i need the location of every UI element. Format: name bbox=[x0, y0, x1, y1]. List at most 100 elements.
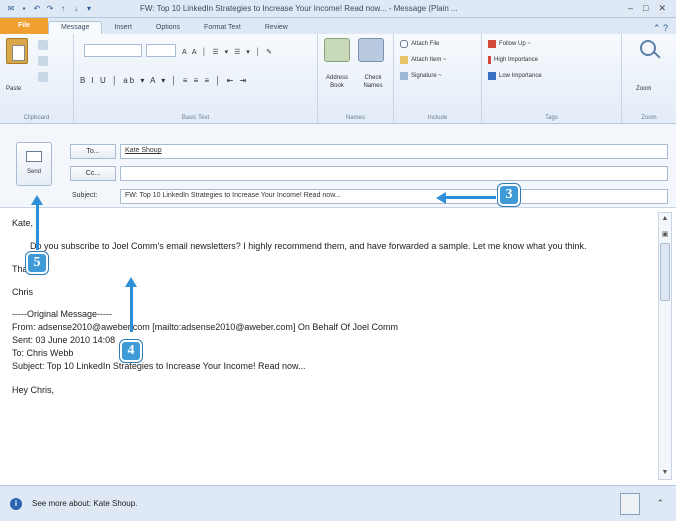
close-icon[interactable]: ✕ bbox=[658, 3, 666, 14]
sent-line: Sent: 03 June 2010 14:08 bbox=[12, 335, 116, 345]
expand-icon[interactable]: ⌃ bbox=[656, 498, 664, 509]
customize-icon[interactable]: ▾ bbox=[84, 4, 94, 14]
signature-label: Signature ~ bbox=[411, 73, 442, 79]
follow-up-label: Follow Up ~ bbox=[499, 41, 531, 47]
tab-insert[interactable]: Insert bbox=[102, 22, 144, 34]
names-group: Address Book Check Names Names bbox=[318, 34, 394, 123]
address-book-label[interactable]: Address Book bbox=[320, 74, 354, 90]
subject-label: Subject: bbox=[72, 192, 98, 199]
scroll-up-icon[interactable]: ▲ bbox=[659, 213, 671, 225]
callout-4-arrow bbox=[130, 286, 133, 332]
ruler-icon[interactable]: ▣ bbox=[659, 229, 671, 241]
low-importance-button[interactable]: Low Importance bbox=[488, 72, 542, 80]
attach-file-label: Attach File bbox=[411, 41, 440, 47]
tab-format-text[interactable]: Format Text bbox=[192, 22, 253, 34]
paste-icon[interactable] bbox=[6, 38, 28, 64]
to-line: To: Chris Webb bbox=[12, 348, 74, 358]
list-controls: A A │ ☰ ▾ ☰ ▾ │ ✎ bbox=[182, 49, 274, 56]
exclamation-icon bbox=[488, 56, 491, 64]
font-name-box[interactable] bbox=[84, 44, 142, 57]
copy-icon[interactable] bbox=[38, 56, 48, 66]
people-pane-text[interactable]: See more about: Kate Shoup. bbox=[32, 499, 137, 508]
tab-file[interactable]: File bbox=[0, 18, 48, 34]
address-area: Send To... Kate Shoup Cc... Subject: FW:… bbox=[0, 124, 676, 208]
paperclip-icon bbox=[400, 40, 408, 48]
tab-review[interactable]: Review bbox=[253, 22, 300, 34]
window-title: FW: Top 10 LinkedIn Strategies to Increa… bbox=[140, 4, 458, 13]
callout-4-arrowhead bbox=[125, 277, 137, 287]
help-icon[interactable]: ⌃ ? bbox=[653, 23, 676, 34]
vertical-scrollbar[interactable]: ▲ ▣ ▼ bbox=[658, 212, 672, 480]
envelope-icon bbox=[26, 151, 42, 162]
paste-label: Paste bbox=[6, 86, 22, 92]
cc-field[interactable] bbox=[120, 166, 668, 181]
original-header: -----Original Message----- bbox=[12, 309, 113, 319]
undo-icon[interactable]: ↶ bbox=[32, 4, 42, 14]
include-group-label: Include bbox=[427, 115, 448, 121]
minimize-icon[interactable]: – bbox=[628, 3, 633, 14]
people-pane: i See more about: Kate Shoup. ⌃ bbox=[0, 485, 676, 521]
address-book-icon[interactable] bbox=[324, 38, 350, 62]
attach-item-button[interactable]: Attach Item ~ bbox=[400, 56, 447, 64]
subject-field[interactable]: FW: Top 10 LinkedIn Strategies to Increa… bbox=[120, 189, 668, 204]
redo-icon[interactable]: ↷ bbox=[45, 4, 55, 14]
body-line-1: Do you subscribe to Joel Comm's email ne… bbox=[30, 241, 587, 251]
clipboard-group: Paste Clipboard bbox=[0, 34, 74, 123]
from-line: From: adsense2010@aweber.com [mailto:ads… bbox=[12, 322, 398, 332]
down-arrow-icon bbox=[488, 72, 496, 80]
cc-button[interactable]: Cc... bbox=[70, 166, 116, 181]
follow-up-button[interactable]: Follow Up ~ bbox=[488, 40, 531, 48]
signature-button[interactable]: Signature ~ bbox=[400, 72, 442, 80]
low-importance-label: Low Importance bbox=[499, 73, 542, 79]
signature-icon bbox=[400, 72, 408, 80]
send-button[interactable]: Send bbox=[16, 142, 52, 186]
zoom-group: Zoom Zoom bbox=[622, 34, 676, 123]
ribbon-tabs: File Message Insert Options Format Text … bbox=[0, 18, 676, 34]
title-bar: ✉ ▪ ↶ ↷ ↑ ↓ ▾ FW: Top 10 LinkedIn Strate… bbox=[0, 0, 676, 18]
greeting: Kate, bbox=[12, 218, 34, 228]
scroll-down-icon[interactable]: ▼ bbox=[659, 467, 671, 479]
outlook-icon: ✉ bbox=[7, 3, 15, 13]
to-button[interactable]: To... bbox=[70, 144, 116, 159]
cut-icon[interactable] bbox=[38, 40, 48, 50]
up-icon[interactable]: ↑ bbox=[58, 4, 68, 14]
tab-options[interactable]: Options bbox=[144, 22, 192, 34]
callout-4: 4 bbox=[120, 340, 142, 362]
callout-3: 3 bbox=[498, 184, 520, 206]
format-painter-icon[interactable] bbox=[38, 72, 48, 82]
callout-3-arrow bbox=[444, 196, 496, 199]
attach-file-button[interactable]: Attach File bbox=[400, 40, 439, 48]
message-body[interactable]: Kate, Do you subscribe to Joel Comm's em… bbox=[0, 208, 676, 485]
basic-text-group: A A │ ☰ ▾ ☰ ▾ │ ✎ B I U │ ab ▾ A ▾ │ ≡ ≡… bbox=[74, 34, 318, 123]
names-group-label: Names bbox=[345, 115, 365, 121]
callout-5: 5 bbox=[26, 252, 48, 274]
hey-line: Hey Chris, bbox=[12, 385, 55, 395]
to-field[interactable]: Kate Shoup bbox=[120, 144, 668, 159]
include-group: Attach File Attach Item ~ Signature ~ In… bbox=[394, 34, 482, 123]
callout-5-arrowhead bbox=[31, 195, 43, 205]
clipboard-group-label: Clipboard bbox=[23, 115, 50, 121]
high-importance-button[interactable]: High Importance bbox=[488, 56, 538, 64]
scroll-thumb[interactable] bbox=[660, 243, 670, 301]
check-names-icon[interactable] bbox=[358, 38, 384, 62]
subject-line: Subject: Top 10 LinkedIn Strategies to I… bbox=[12, 361, 306, 371]
zoom-group-label: Zoom bbox=[641, 115, 657, 121]
callout-3-arrowhead bbox=[436, 192, 446, 204]
zoom-label[interactable]: Zoom bbox=[636, 86, 651, 92]
quick-access-toolbar: ✉ ▪ ↶ ↷ ↑ ↓ ▾ bbox=[0, 4, 140, 14]
callout-5-arrow bbox=[36, 204, 39, 250]
high-importance-label: High Importance bbox=[494, 57, 539, 63]
ribbon: Paste Clipboard A A │ ☰ ▾ ☰ ▾ │ ✎ B I U … bbox=[0, 34, 676, 124]
down-icon[interactable]: ↓ bbox=[71, 4, 81, 14]
message-text: Kate, Do you subscribe to Joel Comm's em… bbox=[12, 216, 648, 406]
basic-text-group-label: Basic Text bbox=[181, 115, 210, 121]
attach-item-label: Attach Item ~ bbox=[411, 57, 447, 63]
magnifier-icon[interactable] bbox=[640, 40, 656, 56]
avatar[interactable] bbox=[620, 493, 640, 515]
save-icon[interactable]: ▪ bbox=[19, 4, 29, 14]
tab-message[interactable]: Message bbox=[48, 21, 103, 34]
font-size-box[interactable] bbox=[146, 44, 176, 57]
maximize-icon[interactable]: □ bbox=[643, 3, 648, 14]
check-names-label[interactable]: Check Names bbox=[356, 74, 390, 90]
format-controls: B I U │ ab ▾ A ▾ │ ≡ ≡ ≡ │ ⇤ ⇥ bbox=[80, 76, 249, 85]
